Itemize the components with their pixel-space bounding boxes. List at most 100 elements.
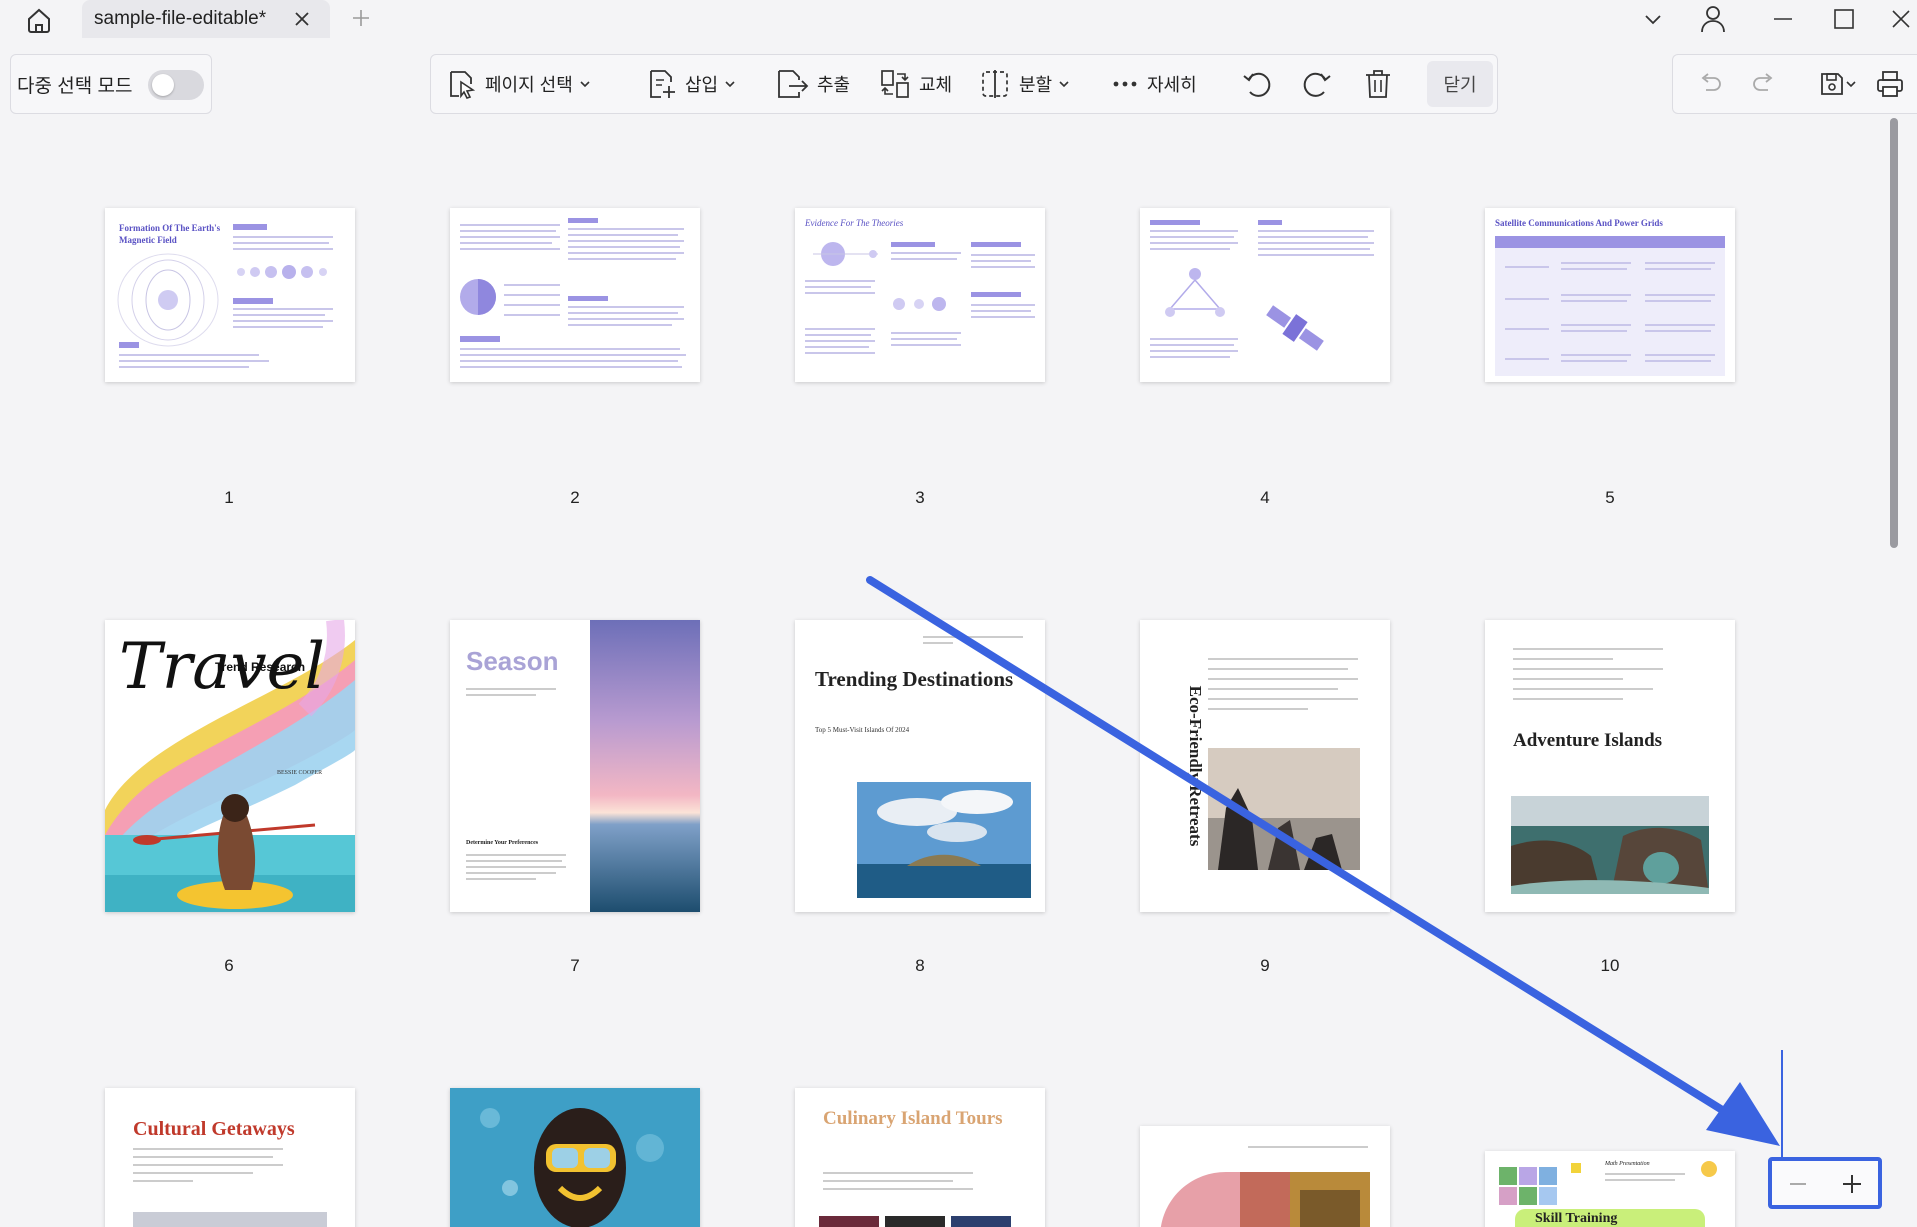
page-thumbnail[interactable]: Evidence For The Theories — [795, 208, 1045, 382]
page-title: Satellite Communications And Power Grids — [1495, 218, 1663, 228]
vertical-scrollbar[interactable] — [1890, 118, 1898, 548]
replace-button[interactable]: 교체 — [879, 55, 952, 113]
trash-icon — [1366, 70, 1390, 98]
insert-button[interactable]: 삽입 — [647, 55, 736, 113]
page-image — [885, 1216, 945, 1227]
page-image — [1519, 1167, 1537, 1185]
document-tab[interactable]: sample-file-editable* — [82, 0, 330, 38]
zoom-out-button[interactable] — [1778, 1167, 1818, 1201]
split-label: 분할 — [1019, 75, 1053, 95]
sphere-diagram — [460, 279, 496, 315]
home-icon[interactable] — [20, 2, 58, 38]
page-subtitle: Determine Your Preferences — [466, 840, 539, 846]
table-header — [1495, 236, 1725, 248]
tab-title: sample-file-editable* — [94, 8, 267, 29]
page-select-label: 페이지 선택 — [485, 75, 573, 95]
rotate-right-icon — [1303, 72, 1331, 97]
sunset-sea-image — [590, 620, 700, 912]
page-tools-toolbar: 페이지 선택 삽입 추출 교체 분할 자세히 닫기 — [430, 54, 1498, 114]
more-button[interactable]: 자세히 — [1111, 55, 1197, 113]
zoom-indicator-line — [1781, 1050, 1783, 1160]
delete-button[interactable] — [1363, 55, 1393, 113]
redo-icon[interactable] — [1747, 67, 1781, 101]
page-thumbnail[interactable]: Travel Trend Research BESSIE COOPER — [105, 620, 355, 912]
page-image — [1499, 1167, 1517, 1185]
page-author: BESSIE COOPER — [277, 770, 323, 776]
magnetic-field-diagram — [117, 253, 219, 347]
sea-rock-photo — [1208, 748, 1360, 870]
minimize-icon[interactable] — [1765, 2, 1801, 36]
page-image — [951, 1216, 1011, 1227]
page-thumbnail[interactable] — [1140, 208, 1390, 382]
page-thumbnail[interactable]: Trending Destinations Top 5 Must-Visit I… — [795, 620, 1045, 912]
plus-icon — [1843, 1175, 1861, 1193]
rotate-right-button[interactable] — [1299, 55, 1333, 113]
minus-icon — [1790, 1183, 1806, 1185]
page-image — [133, 1212, 327, 1227]
page-title: Adventure Islands — [1513, 730, 1663, 751]
page-number: 8 — [915, 956, 925, 975]
sea-arch-photo — [1511, 796, 1709, 894]
satellite-icon — [1266, 305, 1324, 351]
planet-row-icon — [237, 265, 327, 279]
maximize-icon[interactable] — [1826, 2, 1862, 36]
user-icon[interactable] — [1695, 2, 1731, 36]
close-icon[interactable] — [290, 7, 314, 31]
window-close-icon[interactable] — [1886, 2, 1916, 36]
page-title: Cultural Getaways — [133, 1118, 295, 1140]
page-thumbnail[interactable] — [450, 1088, 700, 1227]
rotate-left-icon — [1243, 72, 1271, 97]
page-number: 3 — [915, 488, 925, 507]
page-title: Evidence For The Theories — [805, 218, 904, 228]
extract-button[interactable]: 추출 — [775, 55, 850, 113]
close-button[interactable]: 닫기 — [1427, 61, 1493, 107]
page-subtitle: Math Presentation — [1605, 1161, 1650, 1167]
page-thumbnail[interactable]: Formation Of The Earth's Magnetic Field — [105, 208, 355, 382]
chevron-down-icon — [580, 81, 590, 88]
print-icon[interactable] — [1873, 67, 1907, 101]
undo-icon[interactable] — [1693, 67, 1727, 101]
diver-photo — [450, 1088, 700, 1227]
split-page-icon — [982, 70, 1008, 98]
zoom-in-button[interactable] — [1832, 1167, 1872, 1201]
page-thumbnail[interactable]: Season Determine Your Preferences — [450, 620, 700, 912]
plus-icon[interactable] — [348, 4, 374, 32]
chevron-down-icon[interactable] — [1841, 67, 1861, 101]
page-title: Culinary Island Tours — [823, 1108, 1003, 1129]
page-thumbnail[interactable]: Cultural Getaways — [105, 1088, 355, 1227]
page-select-button[interactable]: 페이지 선택 — [445, 55, 591, 113]
replace-page-icon — [881, 70, 909, 98]
orbit-diagram — [813, 242, 878, 266]
toggle-knob — [152, 74, 174, 96]
page-thumbnail[interactable] — [1140, 1126, 1390, 1227]
landscape-collage-photo — [1160, 1172, 1370, 1227]
more-dots-icon — [1113, 81, 1137, 87]
page-number: 1 — [224, 488, 234, 507]
page-thumbnail[interactable]: Culinary Island Tours — [795, 1088, 1045, 1227]
page-thumbnail[interactable] — [450, 208, 700, 382]
island-photo — [857, 782, 1031, 898]
extract-page-icon — [778, 70, 809, 98]
page-thumbnail[interactable]: Adventure Islands — [1485, 620, 1735, 912]
chevron-down-icon[interactable] — [1635, 2, 1671, 36]
page-number: 10 — [1600, 956, 1620, 975]
page-number: 9 — [1260, 956, 1270, 975]
rotate-left-button[interactable] — [1241, 55, 1275, 113]
insert-label: 삽입 — [685, 75, 719, 95]
page-select-icon — [450, 71, 476, 99]
replace-label: 교체 — [919, 75, 953, 95]
split-button[interactable]: 분할 — [979, 55, 1070, 113]
page-image — [819, 1216, 879, 1227]
page-title: Trending Destinations — [815, 667, 1014, 691]
page-thumbnail[interactable]: Math Presentation Skill Training — [1485, 1151, 1735, 1227]
insert-page-icon — [650, 70, 675, 98]
page-title: Skill Training — [1535, 1211, 1618, 1226]
document-actions-toolbar — [1672, 54, 1917, 114]
page-thumbnail[interactable]: Satellite Communications And Power Grids — [1485, 208, 1735, 382]
page-thumbnail[interactable]: Eco-Friendly Retreats — [1140, 620, 1390, 912]
multi-select-toggle[interactable] — [148, 70, 204, 100]
planet-row-icon — [893, 297, 946, 311]
page-title: Season — [466, 646, 559, 676]
page-number: 4 — [1260, 488, 1270, 507]
page-image — [1519, 1187, 1537, 1205]
